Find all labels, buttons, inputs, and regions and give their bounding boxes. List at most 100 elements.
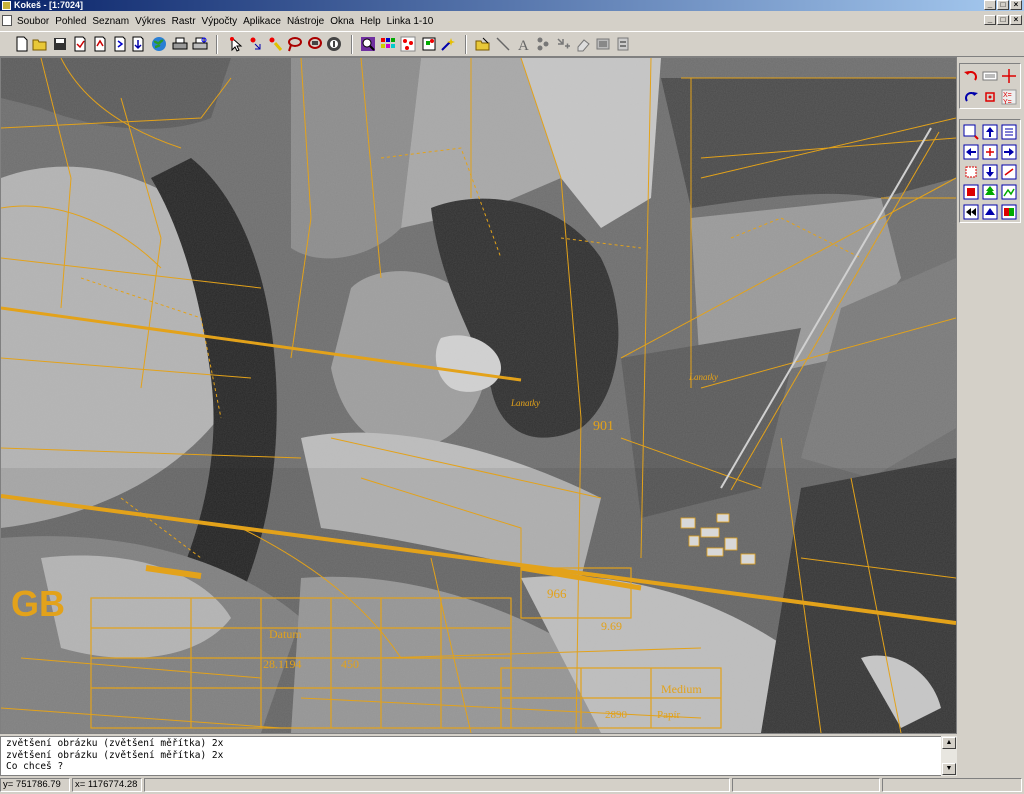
coordinates-icon[interactable]: X= Y= xyxy=(1001,89,1017,105)
mdi-minimize-button[interactable]: _ xyxy=(984,15,996,25)
doc-edit-icon[interactable] xyxy=(72,36,88,52)
open-folder-icon[interactable] xyxy=(32,36,48,52)
palette-grid-icon[interactable] xyxy=(380,36,396,52)
right-tool-panel: X= Y= xyxy=(957,57,1024,734)
menu-vykres[interactable]: Výkres xyxy=(132,15,169,28)
zoom-up-icon[interactable] xyxy=(982,204,998,220)
pan-right-icon[interactable] xyxy=(1001,144,1017,160)
text-tool-icon[interactable]: A xyxy=(515,36,531,52)
window-zoom-icon[interactable] xyxy=(963,124,979,140)
crosshair-icon[interactable] xyxy=(1001,68,1017,84)
snap-point-icon[interactable] xyxy=(982,89,998,105)
scroll-up-icon[interactable]: ▲ xyxy=(942,737,956,749)
doc-arrow-icon[interactable] xyxy=(112,36,128,52)
globe-icon[interactable] xyxy=(151,36,167,52)
select-pointer-icon[interactable] xyxy=(228,36,244,52)
menu-soubor[interactable]: Soubor xyxy=(14,15,52,28)
zoom-previous-icon[interactable] xyxy=(1001,164,1017,180)
view-tool-group xyxy=(959,119,1021,223)
table-label-datum: Datum xyxy=(269,627,302,641)
app-icon[interactable] xyxy=(2,1,11,10)
menu-vypocty[interactable]: Výpočty xyxy=(199,15,241,28)
table-value-date: 28.1194 xyxy=(263,657,302,671)
menu-help[interactable]: Help xyxy=(357,15,384,28)
pan-left-icon[interactable] xyxy=(963,144,979,160)
status-x-coordinate: x= 1176774.28 xyxy=(72,778,142,792)
status-bar: y= 751786.79 x= 1176774.28 xyxy=(0,777,1024,794)
svg-text:Y=: Y= xyxy=(1003,99,1012,105)
rewind-icon[interactable] xyxy=(963,204,979,220)
open-drawing-icon[interactable] xyxy=(475,36,491,52)
document-icon[interactable] xyxy=(2,15,12,26)
save-icon[interactable] xyxy=(52,36,68,52)
menu-bar: Soubor Pohled Seznam Výkres Rastr Výpočt… xyxy=(0,11,1024,31)
select-point-icon[interactable] xyxy=(248,36,264,52)
status-field-empty xyxy=(882,778,1022,792)
print-icon[interactable] xyxy=(172,36,188,52)
svg-text:X=: X= xyxy=(1003,92,1012,99)
table-label-medium: Medium xyxy=(661,682,702,696)
menu-linka[interactable]: Linka 1-10 xyxy=(384,15,437,28)
menu-okna[interactable]: Okna xyxy=(327,15,357,28)
symbol-tool-icon[interactable] xyxy=(535,36,551,52)
redo-icon[interactable] xyxy=(963,89,979,105)
pan-up-icon[interactable] xyxy=(982,124,998,140)
map-canvas[interactable]: GB 901 966 9.69 Lanatky Lanatky Datum Me… xyxy=(1,58,956,733)
console-line: zvětšení obrázku (zvětšení měřítka) 2x xyxy=(6,738,224,749)
map-view[interactable]: GB 901 966 9.69 Lanatky Lanatky Datum Me… xyxy=(0,57,957,734)
doc-check-icon[interactable] xyxy=(92,36,108,52)
console-prompt: Co chceš ? xyxy=(6,761,64,772)
pan-down-icon[interactable] xyxy=(982,164,998,180)
zoom-magnifier-icon[interactable] xyxy=(360,36,376,52)
center-view-icon[interactable] xyxy=(982,144,998,160)
minimize-button[interactable]: _ xyxy=(984,0,996,10)
layers-view-icon[interactable] xyxy=(1001,204,1017,220)
mdi-restore-button[interactable]: □ xyxy=(997,15,1009,25)
main-toolbar: A xyxy=(0,31,1024,57)
toolbar-separator xyxy=(465,35,467,54)
toolbar-separator xyxy=(216,35,218,54)
table-label-papir: Papír xyxy=(657,709,681,721)
select-line-icon[interactable] xyxy=(267,36,283,52)
layer-icon[interactable] xyxy=(595,36,611,52)
raster-view-icon[interactable] xyxy=(1001,184,1017,200)
points-icon[interactable] xyxy=(400,36,416,52)
move-tool-icon[interactable] xyxy=(555,36,571,52)
close-button[interactable]: × xyxy=(1010,0,1022,10)
new-file-icon[interactable] xyxy=(14,36,30,52)
point-tool-icon[interactable] xyxy=(421,36,437,52)
line-tool-icon[interactable] xyxy=(495,36,511,52)
eraser-icon[interactable] xyxy=(575,36,591,52)
properties-icon[interactable] xyxy=(615,36,631,52)
menu-nastroje[interactable]: Nástroje xyxy=(284,15,327,28)
status-y-coordinate: y= 751786.79 xyxy=(0,778,70,792)
export-icon[interactable] xyxy=(130,36,146,52)
console-scrollbar[interactable]: ▲ ▼ xyxy=(941,736,957,776)
parcel-label-969: 9.69 xyxy=(601,619,622,633)
info-icon[interactable] xyxy=(982,68,998,84)
lasso-select-icon[interactable] xyxy=(307,36,323,52)
parcel-label-966: 966 xyxy=(547,586,567,601)
command-console[interactable]: zvětšení obrázku (zvětšení měřítka) 2x z… xyxy=(0,736,957,776)
menu-pohled[interactable]: Pohled xyxy=(52,15,89,28)
info-circle-icon[interactable] xyxy=(326,36,342,52)
lasso-icon[interactable] xyxy=(287,36,303,52)
page-view-icon[interactable] xyxy=(963,184,979,200)
print-preview-icon[interactable] xyxy=(192,36,208,52)
scroll-down-icon[interactable]: ▼ xyxy=(942,763,956,775)
zoom-all-icon[interactable] xyxy=(963,164,979,180)
place-label-lanatky-1: Lanatky xyxy=(510,398,540,408)
table-value-2890: 2890 xyxy=(605,709,628,721)
wand-tool-icon[interactable] xyxy=(440,36,456,52)
menu-seznam[interactable]: Seznam xyxy=(89,15,132,28)
undo-icon[interactable] xyxy=(963,68,979,84)
mdi-close-button[interactable]: × xyxy=(1010,15,1022,25)
table-value-450: 450 xyxy=(341,657,359,671)
place-label-lanatky-2: Lanatky xyxy=(688,372,718,382)
zoom-list-icon[interactable] xyxy=(1001,124,1017,140)
tree-view-icon[interactable] xyxy=(982,184,998,200)
menu-rastr[interactable]: Rastr xyxy=(169,15,199,28)
menu-aplikace[interactable]: Aplikace xyxy=(240,15,284,28)
title-bar: Kokeš - [1:7024] _ □ × xyxy=(0,0,1024,11)
maximize-button[interactable]: □ xyxy=(997,0,1009,10)
